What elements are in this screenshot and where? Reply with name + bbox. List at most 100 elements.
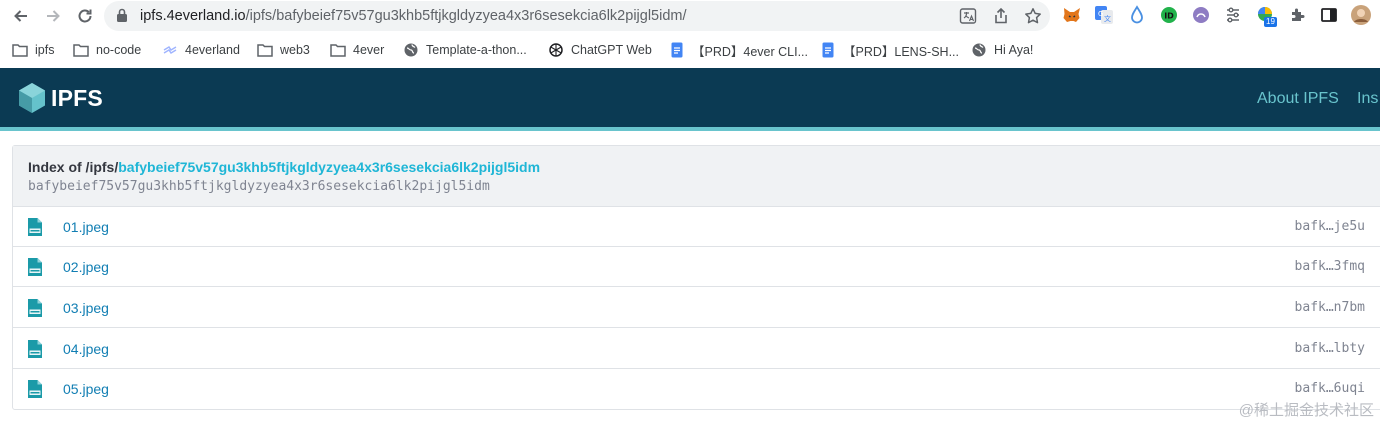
svg-text:文: 文 (1104, 14, 1111, 23)
forward-button[interactable] (40, 3, 66, 29)
bookmark-ipfs[interactable]: ipfs (12, 41, 54, 59)
index-title: Index of /ipfs/bafybeief75v57gu3khb5ftjk… (28, 159, 540, 175)
doc-icon (669, 42, 685, 58)
table-row: 03.jpeg bafk…n7bm (13, 288, 1380, 328)
globe-icon (971, 42, 987, 58)
jpeg-file-icon (28, 380, 42, 398)
bookmark-prd-lens[interactable]: 【PRD】LENS-SH... (820, 41, 959, 59)
reload-icon (78, 9, 92, 23)
google-translate-icon: G文 (1095, 6, 1113, 24)
file-cid: bafk…n7bm (1294, 300, 1365, 315)
url-text: ipfs.4everland.io/ipfs/bafybeief75v57gu3… (140, 7, 687, 25)
fox-icon (1063, 8, 1080, 22)
address-bar[interactable]: ipfs.4everland.io/ipfs/bafybeief75v57gu3… (104, 1, 1050, 31)
watermark: @稀土掘金技术社区 (1238, 402, 1374, 419)
bookmark-4everland[interactable]: 4everland (162, 41, 240, 59)
bookmark-chatgpt-web[interactable]: ChatGPT Web (548, 41, 652, 59)
table-row: 01.jpeg bafk…je5u (13, 207, 1380, 247)
header-accent-stripe (0, 127, 1380, 131)
folder-icon (330, 42, 346, 58)
puzzle-icon (1292, 8, 1305, 21)
ipfs-header (0, 68, 1380, 127)
side-panel-icon (1321, 8, 1337, 22)
translate-button[interactable] (959, 7, 977, 25)
profile-avatar-button[interactable] (1350, 4, 1372, 26)
bookmark-label: Hi Aya! (994, 43, 1034, 57)
nav-about-ipfs[interactable]: About IPFS (1257, 90, 1339, 108)
doc-icon (820, 42, 836, 58)
browser-toolbar: ipfs.4everland.io/ipfs/bafybeief75v57gu3… (0, 0, 1380, 32)
bookmark-label: 【PRD】LENS-SH... (843, 44, 959, 59)
folder-icon (73, 42, 89, 58)
bookmark-label: 4ever (353, 43, 385, 57)
directory-listing: Index of /ipfs/bafybeief75v57gu3khb5ftjk… (12, 145, 1380, 410)
index-prefix: Index of /ipfs/ (28, 159, 119, 175)
bookmark-label: web3 (280, 43, 310, 57)
file-cid: bafk…je5u (1294, 219, 1365, 234)
id-badge-icon: ID (1161, 7, 1177, 23)
back-button[interactable] (8, 3, 34, 29)
extension-metamask[interactable] (1062, 5, 1082, 25)
avatar-icon (1351, 5, 1371, 25)
nav-install[interactable]: Ins (1357, 90, 1378, 108)
file-link[interactable]: 02.jpeg (63, 259, 109, 275)
star-icon (1025, 8, 1041, 24)
bookmark-label: 4everland (185, 43, 240, 57)
bookmark-prd-4ever-cli[interactable]: 【PRD】4ever CLI... (669, 41, 808, 59)
bookmark-web3[interactable]: web3 (257, 41, 310, 59)
jpeg-file-icon (28, 340, 42, 358)
share-icon (995, 7, 1007, 24)
bookmark-label: Template-a-thon... (426, 43, 527, 57)
listing-header: Index of /ipfs/bafybeief75v57gu3khb5ftjk… (13, 146, 1380, 207)
arrow-right-icon (47, 10, 60, 22)
extension-tools[interactable] (1223, 5, 1243, 25)
reload-button[interactable] (72, 3, 98, 29)
tools-icon (1227, 7, 1239, 23)
file-cid: bafk…3fmq (1294, 259, 1365, 274)
file-link[interactable]: 01.jpeg (63, 219, 109, 235)
file-link[interactable]: 05.jpeg (63, 381, 109, 397)
bookmark-label: no-code (96, 43, 142, 57)
table-row: 02.jpeg bafk…3fmq (13, 247, 1380, 287)
file-cid: bafk…lbty (1294, 341, 1365, 356)
ipfs-cube-icon (19, 83, 45, 113)
table-row: 05.jpeg bafk…6uqi (13, 369, 1380, 409)
url-path: /ipfs/bafybeief75v57gu3khb5ftjkgldyzyea4… (245, 8, 687, 24)
folder-icon (257, 42, 273, 58)
extensions-menu-button[interactable] (1288, 5, 1308, 25)
bookmark-label: ChatGPT Web (571, 43, 652, 57)
bookmark-star-button[interactable] (1024, 7, 1042, 25)
svg-text:G: G (1098, 10, 1103, 18)
bookmark-4ever[interactable]: 4ever (330, 41, 384, 59)
bookmark-hi-aya[interactable]: Hi Aya! (971, 41, 1033, 59)
share-button[interactable] (992, 7, 1010, 25)
extension-badge-count: 19 (1264, 17, 1277, 27)
chatgpt-icon (548, 42, 564, 58)
water-drop-icon (1131, 5, 1143, 24)
table-row: 04.jpeg bafk…lbty (13, 329, 1380, 369)
lock-icon (117, 8, 127, 22)
bookmark-label: 【PRD】4ever CLI... (692, 44, 809, 59)
bookmark-label: ipfs (35, 43, 55, 57)
bookmark-no-code[interactable]: no-code (73, 41, 141, 59)
side-panel-button[interactable] (1319, 5, 1339, 25)
extension-translate[interactable]: G文 (1094, 5, 1114, 25)
folder-icon (12, 42, 28, 58)
globe-icon (403, 42, 419, 58)
cid-link[interactable]: bafybeief75v57gu3khb5ftjkgldyzyea4x3r6se… (118, 159, 540, 175)
file-link[interactable]: 03.jpeg (63, 300, 109, 316)
svg-text:ID: ID (1164, 11, 1174, 20)
extension-purple[interactable] (1191, 5, 1211, 25)
jpeg-file-icon (28, 218, 42, 236)
ipfs-logo[interactable]: IPFS (17, 82, 103, 114)
translate-icon (959, 8, 977, 24)
extension-drop[interactable] (1127, 5, 1147, 25)
site-icon (162, 42, 178, 58)
extension-id[interactable]: ID (1159, 5, 1179, 25)
bookmark-template-a-thon[interactable]: Template-a-thon... (403, 41, 527, 59)
file-cid: bafk…6uqi (1294, 381, 1365, 396)
bookmarks-bar: ipfs no-code 4everland web3 4ever Templa… (0, 32, 1380, 68)
jpeg-file-icon (28, 258, 42, 276)
file-link[interactable]: 04.jpeg (63, 341, 109, 357)
arrow-left-icon (14, 10, 27, 22)
